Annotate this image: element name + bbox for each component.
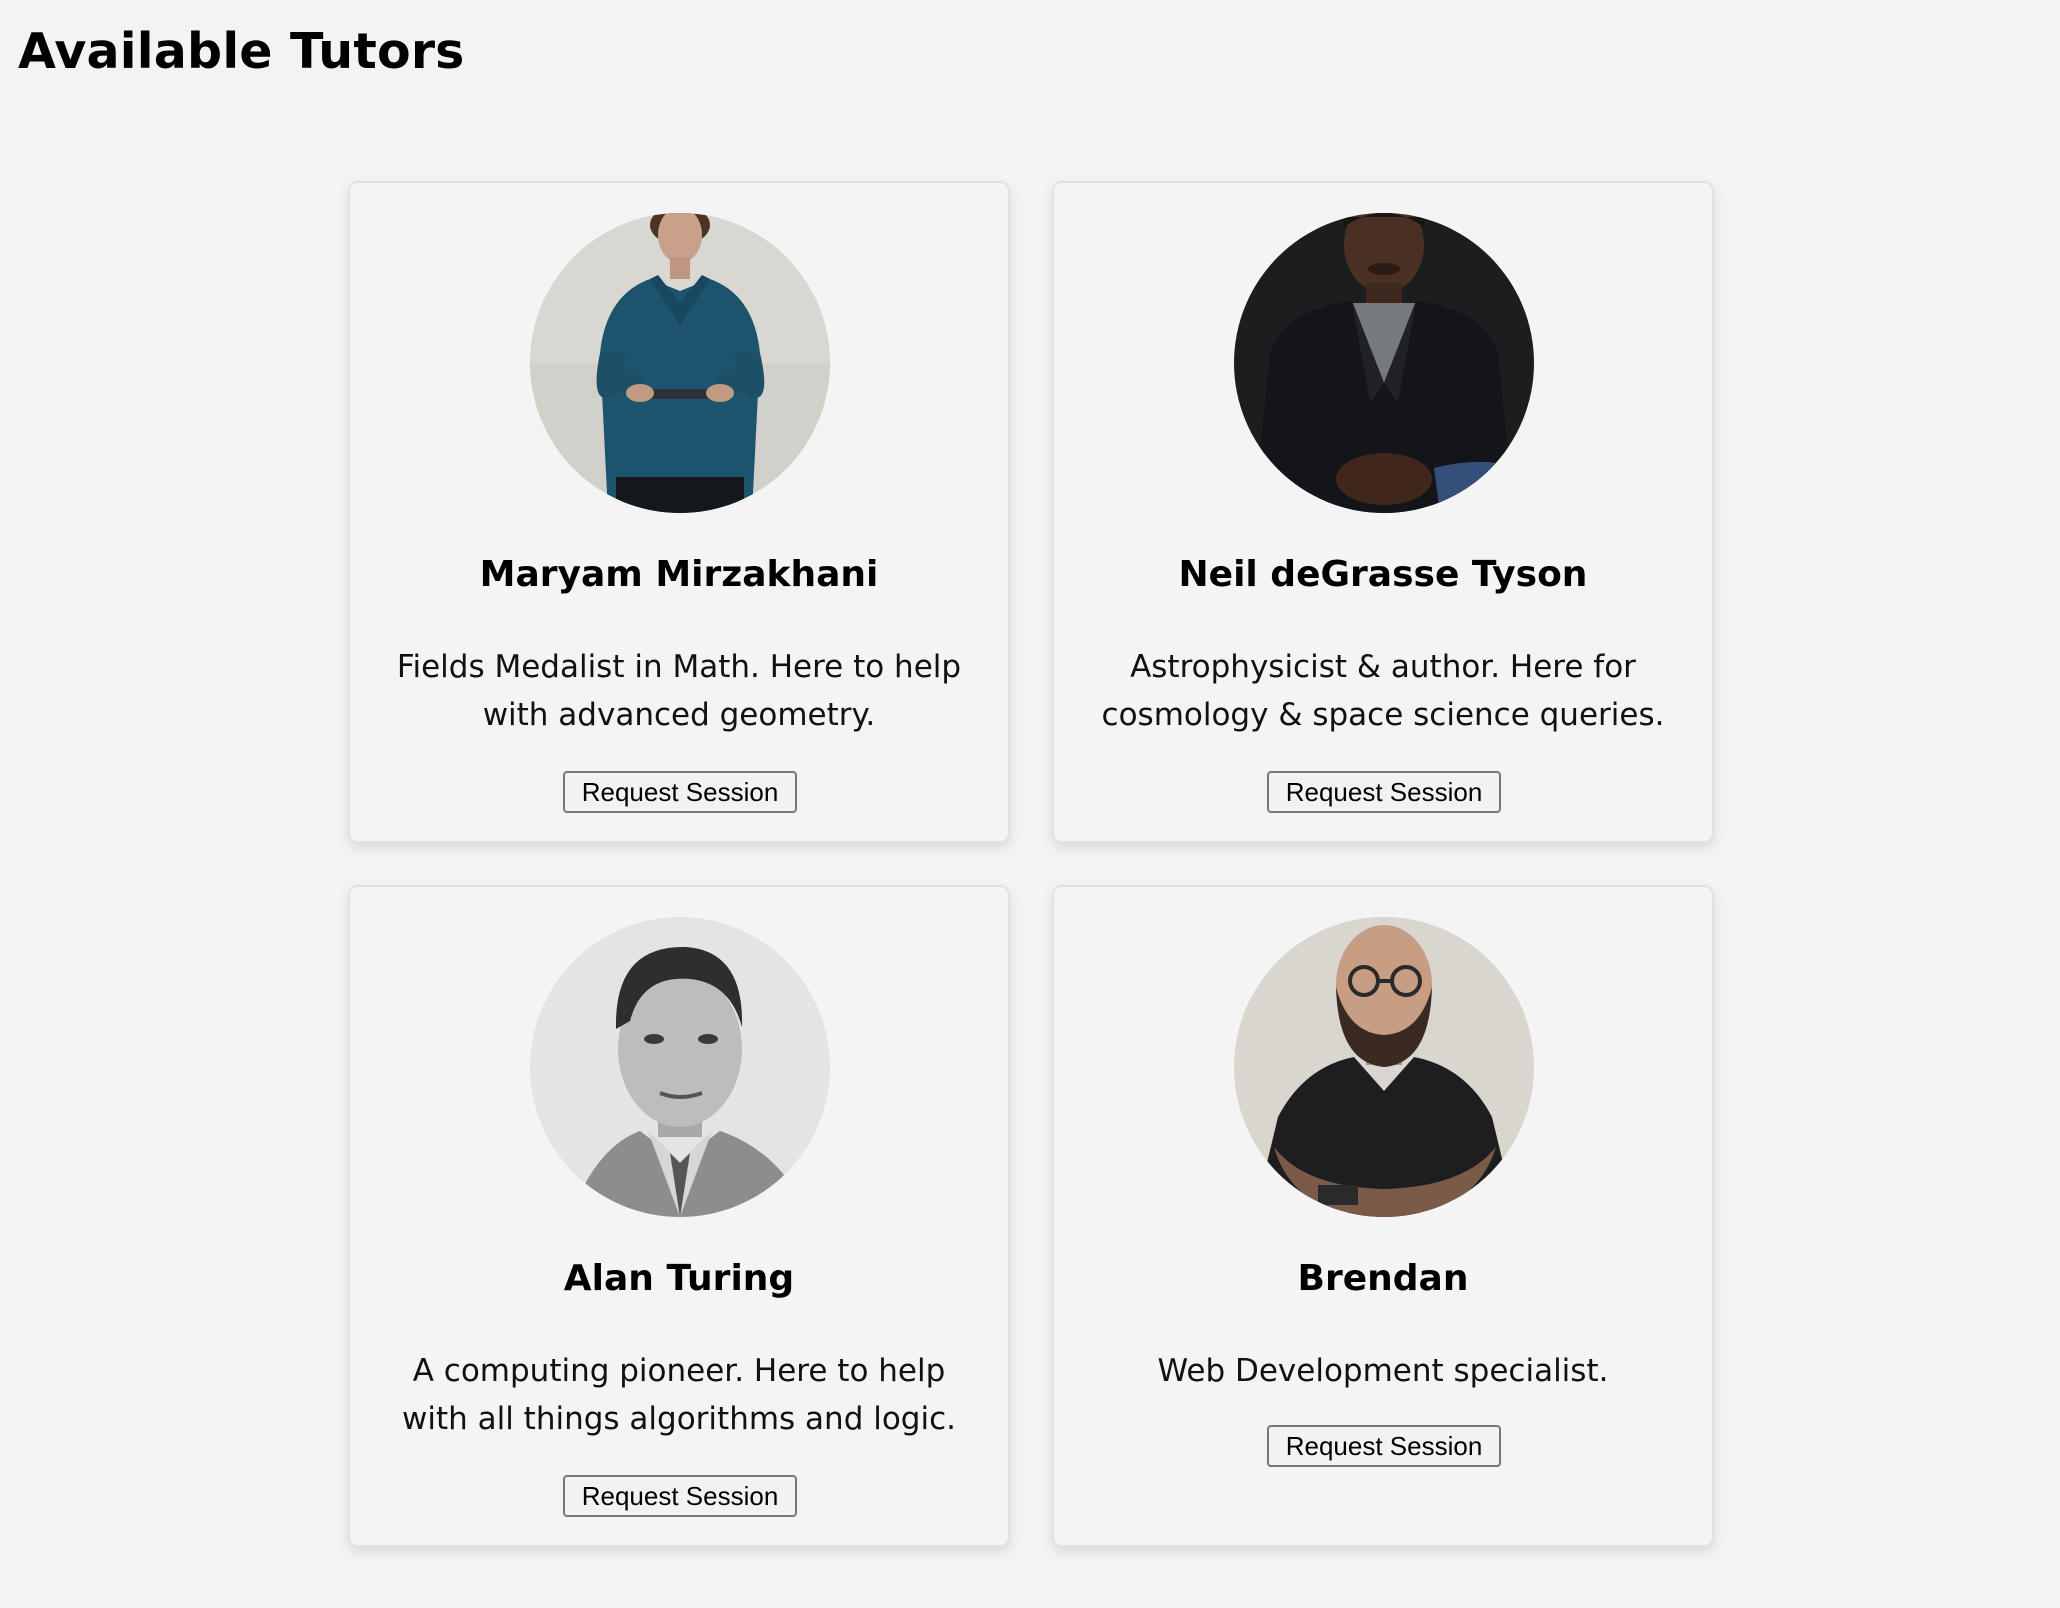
tutor-name: Maryam Mirzakhani <box>479 554 879 595</box>
tutor-card-maryam-mirzakhani: Maryam Mirzakhani Fields Medalist in Mat… <box>348 181 1010 843</box>
tutor-photo-neil-degrasse-tyson <box>1234 213 1534 513</box>
tutor-bio: A computing pioneer. Here to help with a… <box>401 1353 956 1437</box>
request-session-button[interactable]: Request Session <box>1267 1425 1501 1467</box>
page-title: Available Tutors <box>18 23 465 80</box>
tutor-card-neil-degrasse-tyson: Neil deGrasse Tyson Astrophysicist & aut… <box>1052 181 1714 843</box>
tutor-photo-brendan <box>1234 917 1534 1217</box>
tutor-bio: Astrophysicist & author. Here for cosmol… <box>1101 649 1665 733</box>
avatar-image <box>1234 917 1534 1217</box>
tutor-bio: Fields Medalist in Math. Here to help wi… <box>396 649 962 733</box>
tutor-name: Alan Turing <box>563 1258 795 1299</box>
tutor-name: Brendan <box>1297 1258 1469 1299</box>
tutor-bio: Web Development specialist. <box>1157 1353 1609 1389</box>
avatar-image <box>530 213 830 513</box>
request-session-button[interactable]: Request Session <box>563 771 797 813</box>
avatar-image <box>530 917 830 1217</box>
tutor-grid: Maryam Mirzakhani Fields Medalist in Mat… <box>348 181 1714 1547</box>
avatar-image <box>1234 213 1534 513</box>
request-session-button[interactable]: Request Session <box>563 1475 797 1517</box>
tutor-photo-maryam-mirzakhani <box>530 213 830 513</box>
tutor-photo-alan-turing <box>530 917 830 1217</box>
tutor-card-alan-turing: Alan Turing A computing pioneer. Here to… <box>348 885 1010 1547</box>
tutor-card-brendan: Brendan Web Development specialist. Requ… <box>1052 885 1714 1547</box>
tutor-name: Neil deGrasse Tyson <box>1178 554 1588 595</box>
request-session-button[interactable]: Request Session <box>1267 771 1501 813</box>
